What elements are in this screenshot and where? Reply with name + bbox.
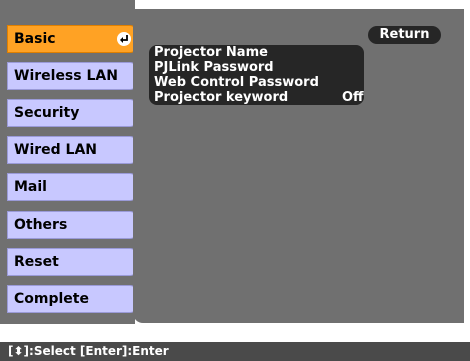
setting-value: Off xyxy=(342,90,364,105)
sidebar-item-label: Wireless LAN xyxy=(14,68,118,84)
sidebar-item-reset[interactable]: Reset xyxy=(7,248,137,276)
sidebar-item-label: Basic xyxy=(14,31,56,47)
sidebar-item-label: Reset xyxy=(14,254,59,270)
sidebar-item-label: Security xyxy=(14,105,80,121)
sidebar-item-basic[interactable]: Basic xyxy=(7,25,137,53)
sidebar-item-complete[interactable]: Complete xyxy=(7,285,137,313)
sidebar-item-mail[interactable]: Mail xyxy=(7,173,137,201)
setting-projector-name[interactable]: Projector Name xyxy=(149,45,364,60)
setting-label: Projector keyword xyxy=(154,90,289,105)
setting-web-control-password[interactable]: Web Control Password xyxy=(149,75,364,90)
sidebar-item-wired-lan[interactable]: Wired LAN xyxy=(7,136,137,164)
sidebar-item-label: Wired LAN xyxy=(14,142,98,158)
sidebar-item-security[interactable]: Security xyxy=(7,99,137,127)
sidebar-item-label: Mail xyxy=(14,179,47,195)
setting-label: Projector Name xyxy=(154,45,268,60)
sidebar-item-wireless-lan[interactable]: Wireless LAN xyxy=(7,62,137,90)
setting-projector-keyword[interactable]: Projector keyword Off xyxy=(149,90,364,105)
sidebar-item-label: Complete xyxy=(14,291,89,307)
setting-label: PJLink Password xyxy=(154,60,274,75)
sidebar-item-others[interactable]: Others xyxy=(7,211,137,239)
setting-label: Web Control Password xyxy=(154,75,319,90)
enter-icon xyxy=(117,32,131,46)
sidebar-item-label: Others xyxy=(14,217,68,233)
setting-pjlink-password[interactable]: PJLink Password xyxy=(149,60,364,75)
status-bar: [⬍]:Select [Enter]:Enter xyxy=(0,342,470,361)
return-button[interactable]: Return xyxy=(368,26,441,44)
